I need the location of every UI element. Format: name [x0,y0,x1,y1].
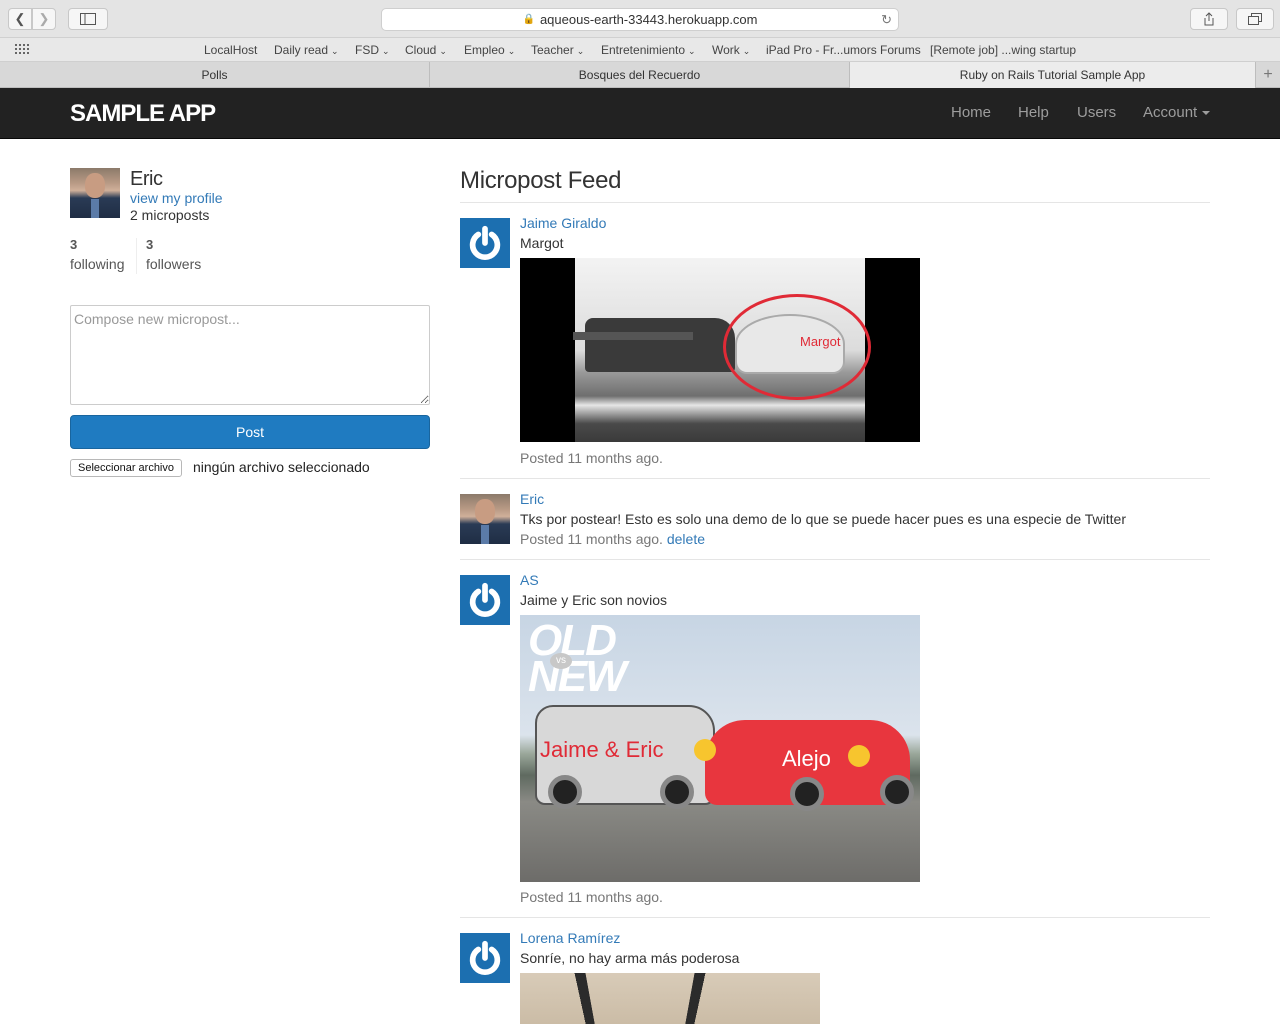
user-avatar[interactable] [70,168,120,218]
compose-micropost-input[interactable] [70,305,430,405]
favorite-work[interactable]: Work ⌄ [712,43,750,57]
chevron-right-icon: ❯ [38,11,50,26]
chevron-down-icon: ⌄ [688,46,696,56]
post-timestamp-row: Posted 11 months ago. delete [520,531,705,547]
view-profile-link[interactable]: view my profile [130,190,223,206]
grid-icon[interactable] [15,44,31,56]
following-stat[interactable]: 3 following [70,237,124,272]
nav-account[interactable]: Account [1143,104,1211,121]
following-count: 3 [70,237,78,252]
power-icon [469,940,501,976]
share-button[interactable] [1190,8,1228,30]
stat-divider [136,238,137,274]
post-user-link[interactable]: Eric [520,491,544,507]
favorite-localhost[interactable]: LocalHost [204,43,257,57]
post-image-old-vs-new: OLD NEW vs Jaime & Eric Alejo [520,615,920,882]
post-image-margot: Margot [520,258,920,442]
chevron-down-icon: ⌄ [576,46,585,56]
gravatar-avatar[interactable] [460,933,510,983]
feed-title: Micropost Feed [460,167,622,194]
tab-sample-app[interactable]: Ruby on Rails Tutorial Sample App [850,62,1256,88]
tab-bosques-del-recuerdo[interactable]: Bosques del Recuerdo [430,62,850,88]
following-label: following [70,256,125,272]
gravatar-avatar[interactable] [460,218,510,268]
sunglasses-emoji-icon [848,745,870,767]
app-logo[interactable]: SAMPLE APP [70,100,216,128]
chevron-down-icon: ⌄ [439,46,447,56]
followers-stat[interactable]: 3 followers [146,237,201,272]
image-logo-old-vs-new: OLD NEW [528,616,627,701]
reload-icon[interactable]: ↻ [881,12,892,28]
chevron-left-icon: ❮ [14,11,26,26]
tab-polls[interactable]: Polls [0,62,430,88]
favorites-bar: LocalHost Daily read ⌄ FSD ⌄ Cloud ⌄ Empleo… [0,38,1280,62]
file-status: ningún archivo seleccionado [193,459,370,475]
favorite-empleo[interactable]: Empleo ⌄ [464,43,515,57]
nav-home[interactable]: Home [951,104,991,121]
post-user-link[interactable]: AS [520,572,539,588]
favorite-fsd[interactable]: FSD ⌄ [355,43,390,57]
post-user-link[interactable]: Lorena Ramírez [520,930,620,946]
post-content: Margot [520,235,564,251]
sidebar-icon [80,13,96,25]
micropost-count: 2 microposts [130,207,210,223]
post-user-link[interactable]: Jaime Giraldo [520,215,606,231]
gravatar-avatar[interactable] [460,575,510,625]
image-label-left: Jaime & Eric [540,737,664,762]
browser-toolbar: ❮ ❯ 🔒 aqueous-earth-33443.herokuapp.com … [0,0,1280,38]
sidebar-toggle-button[interactable] [68,8,108,30]
image-caption: Margot [800,334,841,349]
chevron-down-icon: ⌄ [382,46,390,56]
post-content: Sonríe, no hay arma más poderosa [520,950,740,966]
divider [460,559,1210,560]
chevron-down-icon: ⌄ [742,46,751,56]
delete-link[interactable]: delete [667,531,705,547]
caret-down-icon [1202,111,1211,116]
new-tab-button[interactable]: + [1256,62,1280,88]
favorite-remote-job[interactable]: [Remote job] ...wing startup [930,43,1076,57]
favorite-cloud[interactable]: Cloud ⌄ [405,43,447,57]
url-text: aqueous-earth-33443.herokuapp.com [539,12,758,27]
forward-button[interactable]: ❯ [32,8,56,30]
image-label-right: Alejo [782,746,831,771]
post-image-partial [520,973,820,1024]
user-avatar[interactable] [460,494,510,544]
divider [460,478,1210,479]
heart-eyes-emoji-icon [694,739,716,761]
post-button[interactable]: Post [70,415,430,449]
chevron-down-icon: ⌄ [507,46,516,56]
favorite-ipad-pro[interactable]: iPad Pro - Fr...umors Forums [766,43,921,57]
nav-help[interactable]: Help [1018,104,1049,121]
tab-bar: Polls Bosques del Recuerdo Ruby on Rails… [0,62,1280,88]
divider [460,917,1210,918]
nav-users[interactable]: Users [1077,104,1116,121]
app-navbar: SAMPLE APP Home Help Users Account [0,88,1280,139]
followers-label: followers [146,256,202,272]
tabs-icon [1248,13,1262,25]
post-timestamp: Posted 11 months ago. [520,450,663,466]
followers-count: 3 [146,237,154,252]
chevron-down-icon: ⌄ [331,46,339,56]
user-name: Eric [130,168,163,190]
show-tabs-button[interactable] [1236,8,1274,30]
favorite-daily-read[interactable]: Daily read ⌄ [274,43,339,57]
post-timestamp: Posted 11 months ago. [520,889,663,905]
power-icon [469,225,501,261]
choose-file-button[interactable]: Seleccionar archivo [70,459,182,477]
post-content: Jaime y Eric son novios [520,592,668,608]
post-content: Tks por postear! Esto es solo una demo d… [520,511,1127,527]
back-button[interactable]: ❮ [8,8,32,30]
lock-icon: 🔒 [522,14,535,25]
divider [460,202,1210,203]
favorite-teacher[interactable]: Teacher ⌄ [531,43,584,57]
favorite-entretenimiento[interactable]: Entretenimiento ⌄ [601,43,696,57]
power-icon [469,582,501,618]
share-icon [1204,12,1214,26]
post-timestamp: Posted 11 months ago. [520,531,663,547]
plus-icon: + [1263,66,1273,83]
address-bar[interactable]: 🔒 aqueous-earth-33443.herokuapp.com ↻ [381,8,899,31]
